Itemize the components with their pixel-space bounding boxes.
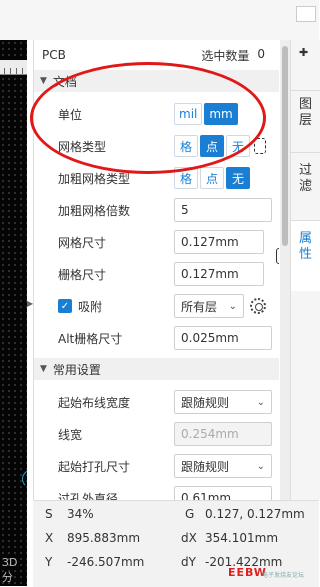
panel-title: PCB bbox=[42, 48, 66, 62]
start-route-width-select[interactable]: 跟随规则 ⌄ bbox=[174, 390, 272, 414]
status-y-value: -246.507mm bbox=[67, 555, 145, 569]
selected-count-label: 选中数量 bbox=[201, 48, 250, 63]
tab-properties[interactable]: 属 性 bbox=[291, 220, 320, 291]
bold-grid-type-toggle: 格 点 无 bbox=[174, 167, 250, 189]
arc-shape bbox=[22, 470, 27, 488]
alt-grid-input[interactable]: 0.025mm bbox=[174, 326, 272, 350]
section-common-label: 常用设置 bbox=[52, 362, 101, 377]
bold-grid-grid-button[interactable]: 格 bbox=[174, 167, 198, 189]
line-width-label: 线宽 bbox=[58, 427, 83, 442]
status-x-value: 895.883mm bbox=[67, 531, 141, 545]
tab-layers[interactable]: 图 层 bbox=[291, 90, 320, 153]
window-badge bbox=[296, 6, 316, 22]
section-document-label: 文档 bbox=[52, 74, 77, 89]
panel-scrollbar[interactable] bbox=[280, 40, 290, 500]
row-snap-grid-size: 栅格尺寸 0.127mm bbox=[34, 260, 279, 288]
grid-type-toggle: 格 点 无 bbox=[174, 135, 250, 157]
via-diameter-label: 过孔外直径 bbox=[58, 491, 119, 501]
row-unit: 单位 mil mm bbox=[34, 100, 279, 128]
bold-grid-type-label: 加粗网格类型 bbox=[58, 171, 131, 186]
unit-mil-button[interactable]: mil bbox=[174, 103, 203, 125]
horizontal-ruler bbox=[0, 60, 27, 75]
grid-type-grid-button[interactable]: 格 bbox=[174, 135, 198, 157]
watermark-sub: 电子发烧友论坛 bbox=[262, 572, 305, 579]
tab-properties-char-1: 属 bbox=[298, 231, 312, 246]
row-grid-size: 网格尺寸 0.127mm bbox=[34, 228, 279, 256]
bold-grid-dot-button[interactable]: 点 bbox=[200, 167, 224, 189]
grid-size-input[interactable]: 0.127mm bbox=[174, 230, 264, 254]
row-snap: ✓ 吸附 所有层 ⌄ bbox=[34, 292, 279, 320]
tab-layers-char-1: 图 bbox=[298, 97, 312, 112]
snap-layer-value: 所有层 bbox=[181, 299, 218, 314]
panel-header: PCB 选中数量 0 bbox=[34, 40, 279, 70]
status-dy-label: dY bbox=[181, 555, 196, 569]
tab-filter-char-1: 过 bbox=[298, 163, 312, 178]
unit-mm-button[interactable]: mm bbox=[204, 103, 238, 125]
link-icon[interactable] bbox=[254, 138, 266, 154]
bold-grid-multiple-label: 加粗网格倍数 bbox=[58, 203, 131, 218]
tab-filter[interactable]: 过 滤 bbox=[291, 152, 320, 223]
row-alt-grid: Alt栅格尺寸 0.025mm bbox=[34, 324, 279, 352]
snap-grid-size-label: 栅格尺寸 bbox=[58, 267, 107, 282]
chevron-down-icon: ⌄ bbox=[228, 300, 237, 312]
canvas-3d-label: 3D分 bbox=[2, 556, 18, 584]
section-document[interactable]: ▼ 文档 bbox=[34, 70, 279, 92]
selected-count: 0 bbox=[257, 46, 265, 61]
grid-type-dot-button[interactable]: 点 bbox=[200, 135, 224, 157]
grid-size-label: 网格尺寸 bbox=[58, 235, 107, 250]
start-drill-value: 跟随规则 bbox=[181, 459, 230, 474]
tab-filter-char-2: 滤 bbox=[298, 179, 312, 194]
snap-grid-size-input[interactable]: 0.127mm bbox=[174, 262, 264, 286]
start-drill-label: 起始打孔尺寸 bbox=[58, 459, 131, 474]
grid-type-label: 网格类型 bbox=[58, 139, 107, 154]
status-dx-value: 354.101mm bbox=[205, 531, 279, 545]
tab-properties-char-2: 性 bbox=[298, 247, 312, 262]
property-panel: PCB 选中数量 0 ▼ 文档 单位 mil mm 网格类型 格 点 无 加粗网… bbox=[33, 40, 279, 500]
chevron-down-icon: ⌄ bbox=[256, 396, 265, 408]
snap-checkbox[interactable]: ✓ bbox=[58, 299, 72, 313]
side-tabs: ✚ 图 层 过 滤 属 性 bbox=[290, 40, 320, 500]
lock-grid-icon[interactable] bbox=[276, 248, 279, 264]
line-width-input: 0.254mm bbox=[174, 422, 272, 446]
pcb-canvas[interactable]: 3D分 bbox=[0, 40, 27, 586]
tab-layers-char-2: 层 bbox=[298, 113, 312, 128]
status-x-label: X bbox=[45, 531, 54, 545]
row-start-drill: 起始打孔尺寸 跟随规则 ⌄ bbox=[34, 452, 279, 480]
status-dx-label: dX bbox=[181, 531, 197, 545]
gear-icon[interactable] bbox=[250, 298, 266, 314]
start-route-width-label: 起始布线宽度 bbox=[58, 395, 131, 410]
bold-grid-multiple-input[interactable]: 5 bbox=[174, 198, 272, 222]
status-g-value: 0.127, 0.127mm bbox=[205, 507, 305, 521]
scrollbar-thumb[interactable] bbox=[282, 46, 288, 246]
top-strip bbox=[0, 0, 319, 40]
snap-label: 吸附 bbox=[78, 299, 103, 314]
start-route-width-value: 跟随规则 bbox=[181, 395, 230, 410]
snap-layer-select[interactable]: 所有层 ⌄ bbox=[174, 294, 244, 318]
status-y-label: Y bbox=[45, 555, 53, 569]
row-start-route-width: 起始布线宽度 跟随规则 ⌄ bbox=[34, 388, 279, 416]
row-line-width: 线宽 0.254mm bbox=[34, 420, 279, 448]
via-diameter-input[interactable]: 0.61mm bbox=[174, 486, 272, 500]
status-s-label: S bbox=[45, 507, 53, 521]
alt-grid-label: Alt栅格尺寸 bbox=[58, 331, 123, 346]
unit-toggle: mil mm bbox=[174, 103, 238, 125]
row-bold-grid-type: 加粗网格类型 格 点 无 bbox=[34, 164, 279, 192]
section-common[interactable]: ▼ 常用设置 bbox=[34, 358, 279, 380]
status-g-label: G bbox=[185, 507, 195, 521]
row-bold-grid-multiple: 加粗网格倍数 5 bbox=[34, 196, 279, 224]
caret-down-icon: ▼ bbox=[40, 364, 47, 374]
row-grid-type: 网格类型 格 点 无 bbox=[34, 132, 279, 160]
row-via-diameter: 过孔外直径 0.61mm bbox=[34, 484, 279, 500]
bold-grid-none-button[interactable]: 无 bbox=[226, 167, 250, 189]
start-drill-select[interactable]: 跟随规则 ⌄ bbox=[174, 454, 272, 478]
pin-icon[interactable]: ✚ bbox=[299, 46, 308, 59]
caret-down-icon: ▼ bbox=[40, 76, 47, 86]
chevron-down-icon: ⌄ bbox=[256, 460, 265, 472]
grid-type-none-button[interactable]: 无 bbox=[226, 135, 250, 157]
status-s-value: 34% bbox=[67, 507, 94, 521]
unit-label: 单位 bbox=[58, 107, 83, 122]
